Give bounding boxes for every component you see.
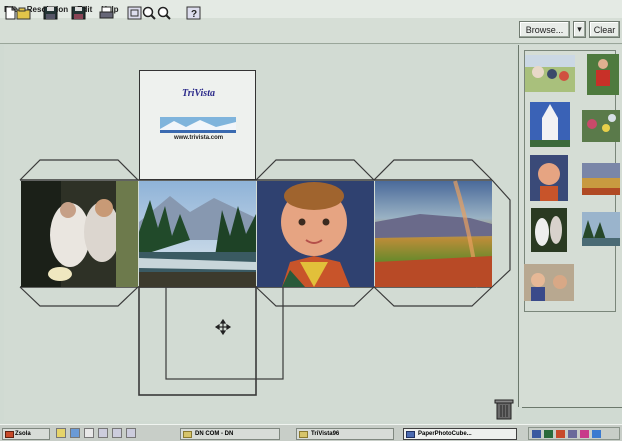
- taskbar-item-label: DN COM - DN: [195, 431, 234, 437]
- app-icon: [183, 431, 192, 438]
- system-tray: [528, 427, 620, 440]
- taskbar-item-label: PaperPhotoCube...: [418, 431, 472, 437]
- document-icon[interactable]: [84, 428, 94, 438]
- taskbar-item-label: TriVista96: [311, 431, 340, 437]
- lake-trees-photo[interactable]: [582, 212, 620, 246]
- tray-app-icon[interactable]: [556, 429, 565, 438]
- trash-icon[interactable]: [494, 397, 514, 421]
- window-icon[interactable]: [126, 428, 136, 438]
- thumbnail-images: [524, 54, 620, 301]
- quick-launch-bar: [56, 428, 174, 440]
- garden-photo[interactable]: [582, 110, 620, 142]
- tray-app-icon[interactable]: [580, 429, 589, 438]
- start-icon: [5, 431, 14, 438]
- volume-icon[interactable]: [592, 429, 601, 438]
- network-icon[interactable]: [532, 429, 541, 438]
- taskbar-item-dn[interactable]: DN COM - DN: [180, 428, 280, 440]
- folder-icon: [299, 431, 308, 438]
- family-photo[interactable]: [525, 55, 575, 92]
- folder-icon[interactable]: [56, 428, 66, 438]
- start-button[interactable]: Zsola: [2, 428, 50, 440]
- taskbar-item-paperphotocube[interactable]: PaperPhotoCube...: [403, 428, 517, 440]
- taskbar-item-trivista[interactable]: TriVista96: [296, 428, 394, 440]
- monitor-icon[interactable]: [544, 429, 553, 438]
- start-label: Zsola: [15, 431, 31, 437]
- wedding-couple-photo[interactable]: [531, 208, 567, 252]
- window-icon[interactable]: [98, 428, 108, 438]
- church-photo[interactable]: [530, 102, 570, 147]
- window-icon[interactable]: [112, 428, 122, 438]
- child-red-shirt-photo[interactable]: [587, 54, 619, 95]
- app-window: { "menu": {"items": ["File", "Resolution…: [0, 0, 622, 441]
- sunset-landscape-photo[interactable]: [582, 163, 620, 195]
- globe-icon[interactable]: [70, 428, 80, 438]
- kids-photo[interactable]: [524, 264, 574, 301]
- tray-app-icon[interactable]: [568, 429, 577, 438]
- app-icon: [406, 431, 415, 438]
- baby-photo[interactable]: [530, 155, 568, 201]
